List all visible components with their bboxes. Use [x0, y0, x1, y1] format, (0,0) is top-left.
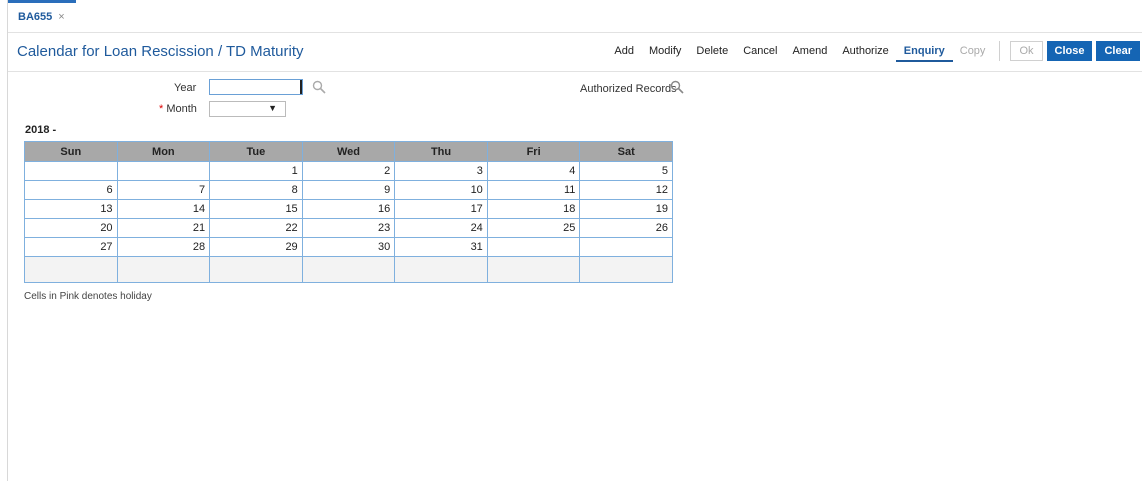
calendar-day-cell[interactable]: 8	[209, 180, 303, 200]
search-icon[interactable]	[312, 80, 326, 94]
calendar-day-cell[interactable]: 16	[301, 199, 396, 219]
amend-button[interactable]: Amend	[792, 45, 827, 57]
calendar-week-row: 13 14 15 16 17 18 19	[24, 199, 673, 219]
calendar-day-cell[interactable]: 31	[394, 237, 488, 257]
calendar-day-cell[interactable]: 30	[301, 237, 396, 257]
month-label-text: Month	[166, 103, 197, 115]
day-header: Mon	[116, 141, 211, 162]
page-header: Calendar for Loan Rescission / TD Maturi…	[8, 33, 1142, 72]
calendar-day-cell[interactable]: 2	[301, 161, 396, 181]
tab-label: BA655	[18, 10, 53, 23]
calendar-day-cell[interactable]: 1	[209, 161, 303, 181]
calendar-empty-cell	[209, 256, 303, 283]
calendar-day-cell[interactable]: 26	[579, 218, 673, 238]
left-border	[7, 0, 8, 481]
day-header: Sat	[579, 141, 673, 162]
calendar-day-cell[interactable]	[24, 161, 118, 181]
year-input[interactable]	[209, 79, 303, 95]
required-marker: *	[159, 103, 164, 115]
day-header: Thu	[394, 141, 488, 162]
calendar-day-cell[interactable]: 24	[394, 218, 488, 238]
calendar-day-cell[interactable]: 21	[116, 218, 211, 238]
calendar-day-cell[interactable]	[579, 237, 673, 257]
ok-button[interactable]: Ok	[1010, 41, 1043, 61]
calendar-week-row: 12345	[24, 161, 673, 181]
add-button[interactable]: Add	[614, 45, 634, 57]
calendar-empty-cell	[394, 256, 488, 283]
delete-button[interactable]: Delete	[696, 45, 728, 57]
calendar-day-cell[interactable]: 14	[116, 199, 211, 219]
month-label: * Month	[159, 103, 197, 115]
calendar-day-cell[interactable]: 11	[486, 180, 581, 200]
calendar-day-cell[interactable]: 18	[486, 199, 581, 219]
authorize-button[interactable]: Authorize	[842, 45, 888, 57]
tab-ba655[interactable]: BA655 ×	[8, 0, 76, 30]
day-header: Fri	[486, 141, 581, 162]
day-header: Sun	[24, 141, 118, 162]
page-title: Calendar for Loan Rescission / TD Maturi…	[17, 43, 304, 60]
modify-button[interactable]: Modify	[649, 45, 681, 57]
day-header: Wed	[301, 141, 396, 162]
calendar-day-cell[interactable]: 12	[579, 180, 673, 200]
calendar-day-cell[interactable]: 10	[394, 180, 488, 200]
calendar-empty-cell	[116, 256, 211, 283]
chevron-down-icon: ▼	[268, 103, 277, 113]
close-button[interactable]: Close	[1046, 41, 1093, 61]
calendar-day-cell[interactable]: 28	[116, 237, 211, 257]
cancel-button[interactable]: Cancel	[743, 45, 777, 57]
calendar-day-cell[interactable]: 9	[301, 180, 396, 200]
calendar-day-cell[interactable]: 13	[24, 199, 118, 219]
calendar-day-cell[interactable]: 15	[209, 199, 303, 219]
calendar-week-row: 6 7 8 9 10 11 12	[24, 180, 673, 200]
calendar-day-cell[interactable]	[116, 161, 211, 181]
calendar-day-cell[interactable]: 6	[24, 180, 118, 200]
authorized-records-label: Authorized Records	[580, 83, 677, 95]
calendar-empty-row	[24, 256, 673, 283]
toolbar-divider	[999, 41, 1001, 61]
text-cursor	[300, 80, 302, 94]
calendar-day-cell[interactable]	[486, 237, 581, 257]
calendar-day-cell[interactable]: 7	[116, 180, 211, 200]
calendar-day-cell[interactable]: 19	[579, 199, 673, 219]
holiday-footnote: Cells in Pink denotes holiday	[24, 291, 152, 302]
toolbar: Add Modify Delete Cancel Amend Authorize…	[599, 40, 1140, 62]
search-icon[interactable]	[670, 80, 684, 94]
close-icon[interactable]: ×	[58, 11, 64, 23]
calendar-day-cell[interactable]: 27	[24, 237, 118, 257]
calendar-day-cell[interactable]: 22	[209, 218, 303, 238]
calendar-day-cell[interactable]: 5	[579, 161, 673, 181]
calendar-week-row: 20 21 22 23 24 25 26	[24, 218, 673, 238]
calendar-week-row: 27 28 29 30 31	[24, 237, 673, 257]
enquiry-button[interactable]: Enquiry	[895, 45, 953, 62]
calendar-day-cell[interactable]: 17	[394, 199, 488, 219]
calendar-header-row: Sun Mon Tue Wed Thu Fri Sat	[24, 141, 673, 162]
tab-strip: BA655 ×	[8, 0, 1142, 33]
month-select[interactable]: ▼	[209, 101, 286, 117]
copy-button[interactable]: Copy	[960, 45, 986, 57]
calendar-empty-cell	[579, 256, 673, 283]
calendar-day-cell[interactable]: 29	[209, 237, 303, 257]
calendar-heading: 2018 -	[25, 124, 57, 136]
calendar-empty-cell	[301, 256, 396, 283]
clear-button[interactable]: Clear	[1096, 41, 1140, 61]
day-header: Tue	[209, 141, 303, 162]
calendar-empty-cell	[24, 256, 118, 283]
calendar-day-cell[interactable]: 4	[486, 161, 581, 181]
calendar-day-cell[interactable]: 20	[24, 218, 118, 238]
calendar-grid: Sun Mon Tue Wed Thu Fri Sat 1 2 3 4 5 6 7 8 9 10 1…	[24, 141, 673, 283]
calendar-empty-cell	[486, 256, 581, 283]
calendar-day-cell[interactable]: 3	[394, 161, 488, 181]
calendar-day-cell[interactable]: 25	[486, 218, 581, 238]
year-label: Year	[174, 82, 197, 94]
calendar-day-cell[interactable]: 23	[301, 218, 396, 238]
